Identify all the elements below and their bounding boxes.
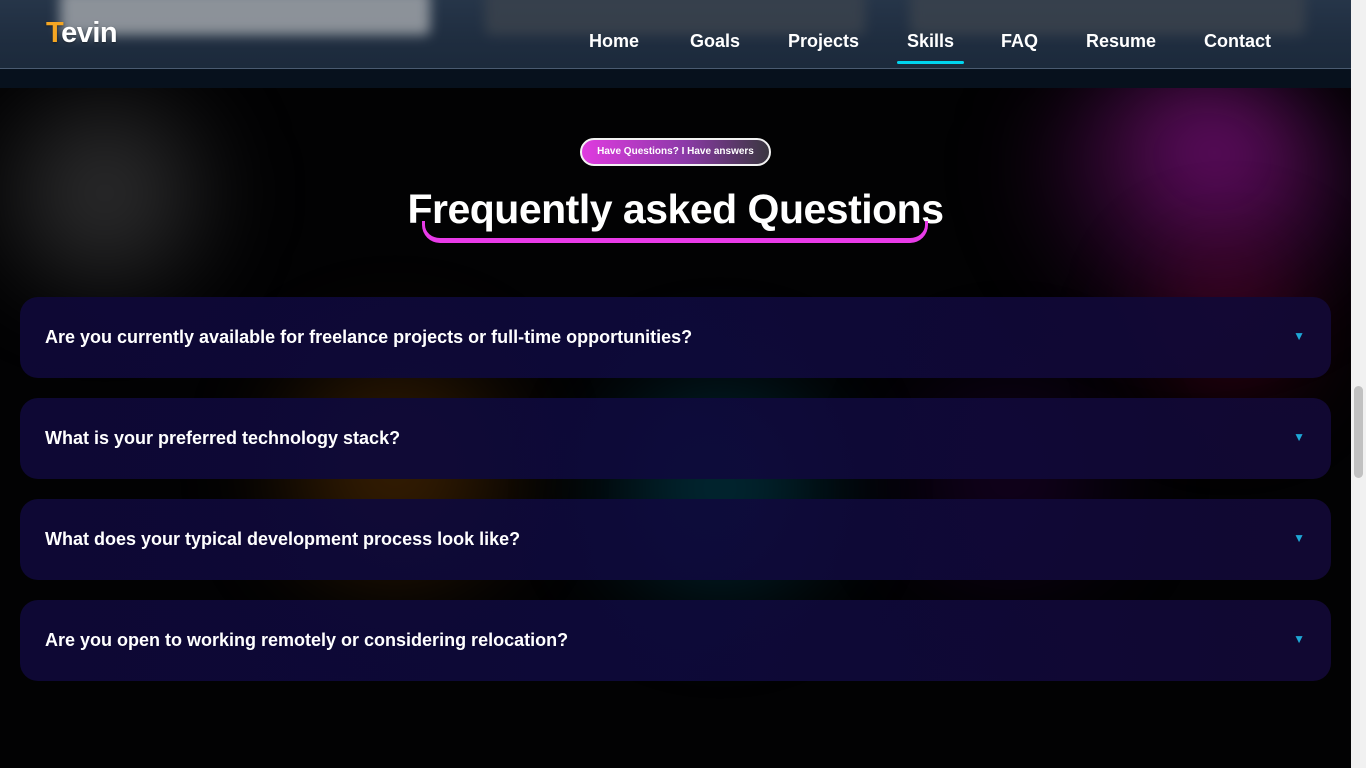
navbar-divider: [0, 69, 1351, 88]
faq-list: Are you currently available for freelanc…: [20, 297, 1331, 701]
nav-link-resume[interactable]: Resume: [1086, 30, 1156, 52]
faq-question: Are you currently available for freelanc…: [45, 327, 693, 347]
faq-question: What does your typical development proce…: [45, 529, 521, 549]
nav-link-home[interactable]: Home: [589, 30, 639, 52]
nav-link-skills[interactable]: Skills: [896, 30, 965, 64]
chevron-down-icon[interactable]: ▼: [1293, 329, 1305, 343]
nav-link-goals[interactable]: Goals: [690, 30, 740, 52]
page-scrollbar[interactable]: [1351, 0, 1366, 768]
faq-item-tech-stack[interactable]: What is your preferred technology stack?…: [20, 398, 1331, 479]
chevron-down-icon[interactable]: ▼: [1293, 531, 1305, 545]
faq-badge: Have Questions? I Have answers: [580, 138, 771, 166]
faq-item-remote[interactable]: Are you open to working remotely or cons…: [20, 600, 1331, 681]
title-underline: [422, 221, 928, 243]
navbar: Tevin Home Goals Projects Skills FAQ Res…: [0, 0, 1351, 69]
nav-link-contact[interactable]: Contact: [1204, 30, 1271, 52]
nav-link-faq[interactable]: FAQ: [1001, 30, 1038, 52]
faq-question: Are you open to working remotely or cons…: [45, 630, 569, 650]
faq-section: Have Questions? I Have answers Frequentl…: [0, 88, 1351, 768]
chevron-down-icon[interactable]: ▼: [1293, 430, 1305, 444]
site-logo[interactable]: Tevin: [46, 17, 118, 50]
nav-link-projects[interactable]: Projects: [788, 30, 859, 52]
logo-text: evin: [61, 17, 118, 49]
scrollbar-thumb[interactable]: [1354, 386, 1363, 478]
faq-question: What is your preferred technology stack?: [45, 428, 401, 448]
chevron-down-icon[interactable]: ▼: [1293, 632, 1305, 646]
faq-item-process[interactable]: What does your typical development proce…: [20, 499, 1331, 580]
logo-initial: T: [46, 17, 62, 49]
faq-item-availability[interactable]: Are you currently available for freelanc…: [20, 297, 1331, 378]
